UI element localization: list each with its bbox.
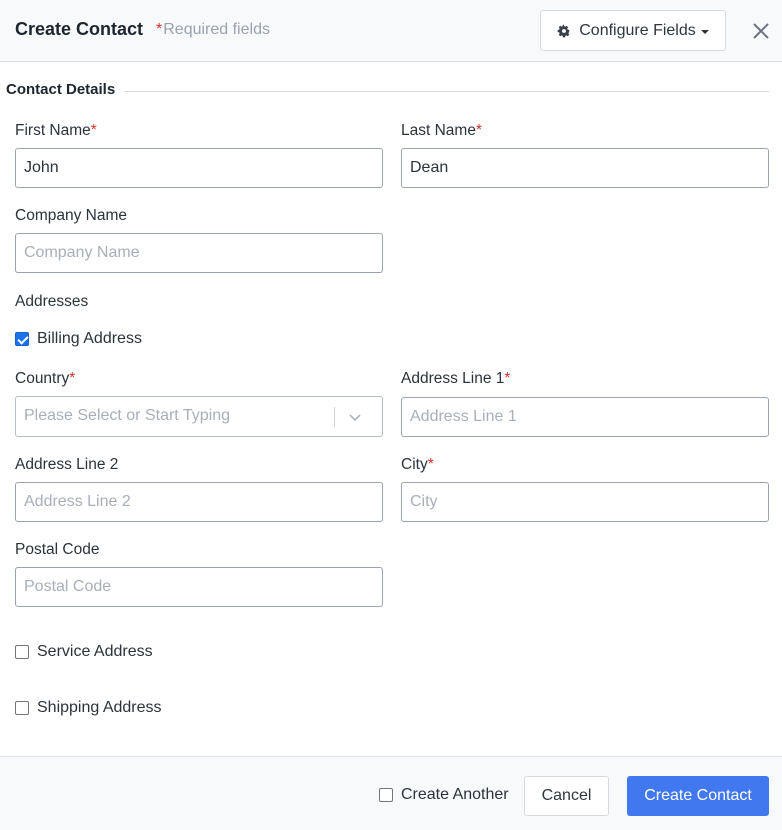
billing-address-label: Billing Address bbox=[37, 330, 142, 347]
address-line-1-input[interactable] bbox=[401, 397, 769, 437]
gear-icon bbox=[557, 24, 570, 37]
shipping-address-checkbox-row[interactable]: Shipping Address bbox=[15, 699, 162, 717]
company-name-label: Company Name bbox=[15, 207, 127, 224]
cancel-button[interactable]: Cancel bbox=[524, 776, 609, 816]
first-name-label-text: First Name bbox=[15, 122, 91, 139]
create-another-checkbox-row[interactable]: Create Another bbox=[379, 786, 509, 804]
configure-fields-label: Configure Fields bbox=[579, 21, 696, 39]
required-star: * bbox=[69, 370, 76, 387]
service-address-checkbox[interactable] bbox=[15, 645, 29, 659]
service-address-checkbox-row[interactable]: Service Address bbox=[15, 643, 153, 661]
city-input[interactable] bbox=[401, 482, 769, 522]
required-note-text: Required fields bbox=[163, 21, 270, 38]
city-label: City* bbox=[401, 456, 434, 474]
address-line-2-label: Address Line 2 bbox=[15, 456, 119, 473]
company-name-input[interactable] bbox=[15, 233, 383, 273]
postal-code-input[interactable] bbox=[15, 567, 383, 607]
shipping-address-checkbox[interactable] bbox=[15, 701, 29, 715]
create-another-label: Create Another bbox=[401, 786, 509, 803]
section-title-contact-details: Contact Details bbox=[6, 81, 116, 98]
required-star: * bbox=[156, 21, 163, 38]
select-separator bbox=[334, 407, 335, 427]
create-contact-button[interactable]: Create Contact bbox=[627, 776, 769, 816]
required-star: * bbox=[427, 456, 434, 473]
address-line-1-label-text: Address Line 1 bbox=[401, 370, 505, 387]
section-divider bbox=[125, 91, 769, 92]
shipping-address-label: Shipping Address bbox=[37, 699, 162, 716]
create-another-checkbox[interactable] bbox=[379, 788, 393, 802]
dialog-header: Create Contact *Required fields Configur… bbox=[0, 0, 782, 62]
chevron-down-icon[interactable] bbox=[347, 409, 363, 425]
country-label: Country* bbox=[15, 370, 75, 388]
country-select[interactable]: Please Select or Start Typing bbox=[15, 396, 383, 437]
dialog-footer: Create Another Cancel Create Contact bbox=[0, 756, 782, 830]
dialog-title: Create Contact bbox=[15, 19, 144, 39]
country-label-text: Country bbox=[15, 370, 70, 387]
configure-fields-button[interactable]: Configure Fields bbox=[540, 10, 726, 51]
first-name-input[interactable] bbox=[15, 148, 383, 188]
required-star: * bbox=[475, 122, 482, 139]
last-name-label-text: Last Name bbox=[401, 122, 476, 139]
address-line-1-label: Address Line 1* bbox=[401, 370, 510, 388]
service-address-label: Service Address bbox=[37, 643, 153, 660]
postal-code-label: Postal Code bbox=[15, 541, 100, 558]
close-icon[interactable] bbox=[748, 18, 774, 44]
last-name-label: Last Name* bbox=[401, 122, 482, 140]
required-fields-note: *Required fields bbox=[156, 21, 270, 39]
billing-address-checkbox-row[interactable]: Billing Address bbox=[15, 330, 142, 348]
first-name-label: First Name* bbox=[15, 122, 97, 140]
last-name-input[interactable] bbox=[401, 148, 769, 188]
caret-down-icon bbox=[700, 29, 709, 34]
address-line-2-input[interactable] bbox=[15, 482, 383, 522]
city-label-text: City bbox=[401, 456, 428, 473]
country-select-placeholder: Please Select or Start Typing bbox=[24, 407, 231, 424]
billing-address-checkbox[interactable] bbox=[15, 332, 29, 346]
required-star: * bbox=[504, 370, 511, 387]
addresses-label: Addresses bbox=[15, 293, 89, 310]
required-star: * bbox=[90, 122, 97, 139]
